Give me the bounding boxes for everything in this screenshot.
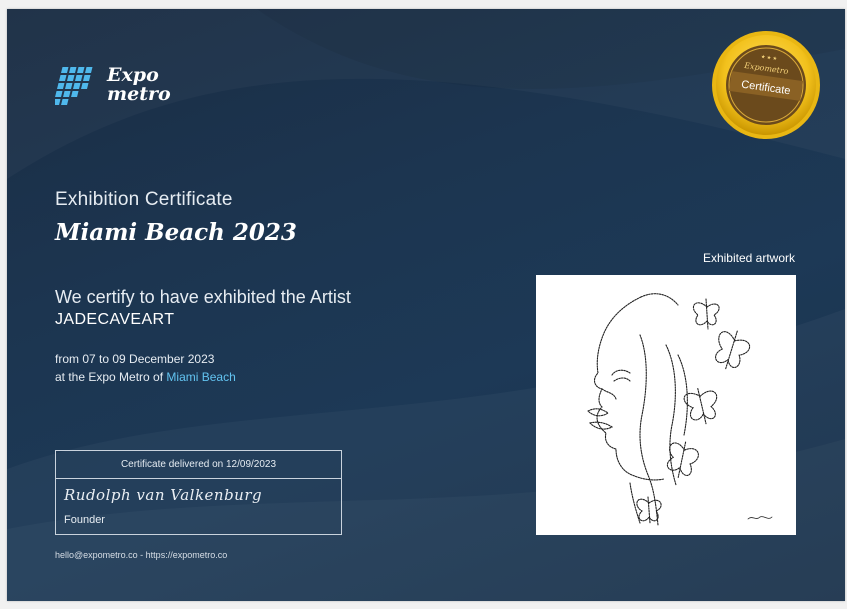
- brand-name: Expo metro: [107, 66, 171, 104]
- contact-footer[interactable]: hello@expometro.co - https://expometro.c…: [55, 550, 227, 560]
- brand-logo[interactable]: Expo metro: [55, 65, 171, 105]
- founder-signature: Rudolph van Valkenburg: [64, 486, 263, 504]
- event-title: Miami Beach 2023: [55, 219, 297, 246]
- certificate-subtitle: Exhibition Certificate: [55, 189, 233, 210]
- exhibition-dates: from 07 to 09 December 2023: [55, 352, 215, 366]
- gold-seal-icon: Expometro Certificate ★ ★ ★: [712, 31, 820, 139]
- dot-grid-logo-icon: [55, 67, 93, 105]
- certify-text: We certify to have exhibited the Artist: [55, 287, 351, 307]
- artwork-label: Exhibited artwork: [702, 251, 795, 265]
- exhibition-venue: at the Expo Metro of Miami Beach: [55, 370, 236, 384]
- venue-prefix: at the Expo Metro of: [55, 370, 164, 384]
- line-art-face-butterflies-image: [587, 293, 773, 526]
- artist-name: JADECAVEART: [55, 311, 175, 328]
- delivery-box: Certificate delivered on 12/09/2023 Rudo…: [55, 450, 342, 535]
- delivery-date: Certificate delivered on 12/09/2023: [56, 451, 341, 479]
- certificate-card: Expo metro Expometro Certificate ★ ★ ★ E…: [7, 9, 845, 601]
- venue-city-link[interactable]: Miami Beach: [166, 370, 235, 384]
- exhibited-artwork-image: [536, 275, 796, 535]
- signer-role: Founder: [64, 514, 105, 526]
- brand-name-line2: metro: [107, 83, 171, 105]
